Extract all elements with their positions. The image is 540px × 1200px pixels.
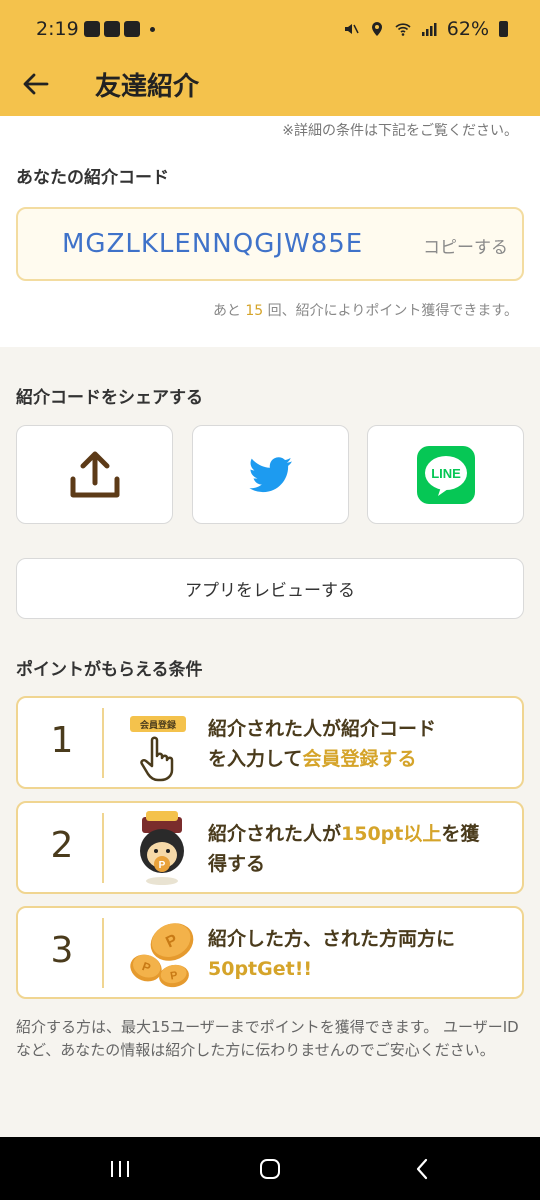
twitter-icon [248,456,292,492]
condition-3-highlight: 50ptGet!! [208,958,313,980]
share-line-button[interactable]: LINE [367,425,524,524]
notification-icons [84,21,155,37]
location-icon [371,22,382,36]
condition-2-highlight: 150pt以上 [341,823,442,845]
card-divider [102,813,104,883]
notification-icon [124,21,140,37]
condition-number: 2 [50,825,74,866]
conditions-label: ポイントがもらえる条件 [16,660,203,680]
status-bar: 2:19 62% [0,0,540,62]
register-badge-text: 会員登録 [140,719,177,731]
recent-apps-button[interactable] [105,1154,135,1184]
line-logo-text: LINE [431,466,461,481]
coins-illustration: P P P [130,923,194,988]
detail-notice: ※詳細の条件は下記をご覧ください。 [282,123,518,139]
review-app-button[interactable]: アプリをレビューする [16,558,524,619]
card-divider [102,918,104,988]
back-arrow-icon [23,73,49,95]
page-title: 友達紹介 [95,72,200,102]
tap-register-illustration: 会員登録 [130,716,186,782]
home-button[interactable] [255,1154,285,1184]
system-back-icon [416,1158,428,1180]
remaining-suffix: 回、紹介によりポイント獲得できます。 [267,303,518,319]
condition-card-3: 3 P P P 紹介した方、された方両方に 50ptGet!! [16,906,524,999]
condition-2-line1: 紹介された人が [208,823,342,845]
condition-1-line1: 紹介された人が紹介コード [208,718,437,740]
share-twitter-button[interactable] [192,425,349,524]
card-divider [102,708,104,778]
back-button[interactable] [18,66,54,102]
app-header-bar: 2:19 62% 友達紹介 [0,0,540,116]
header: 友達紹介 [0,62,540,116]
copy-button[interactable]: コピーする [423,233,508,258]
condition-card-2: 2 P 紹介された人が150pt以上を獲 得する [16,801,524,894]
svg-text:P: P [159,860,166,871]
condition-3-line1: 紹介した方、された方両方に [208,928,456,950]
battery-percent: 62% [446,18,489,40]
condition-card-1: 1 会員登録 紹介された人が紹介コード を入力して会員登録する [16,696,524,789]
share-label: 紹介コードをシェアする [16,388,203,408]
condition-text: 紹介された人が150pt以上を獲 得する [208,819,508,879]
condition-number: 3 [50,930,74,971]
condition-text: 紹介した方、された方両方に 50ptGet!! [208,924,508,984]
footnote: 紹介する方は、最大15ユーザーまでポイントを獲得できます。 ユーザーIDなど、あ… [16,1018,519,1059]
referral-code[interactable]: MGZLKLENNQGJW85E [62,229,363,259]
mute-icon [344,24,359,34]
condition-number: 1 [50,720,74,761]
upload-share-icon [70,451,119,497]
recent-apps-icon [111,1161,129,1177]
system-back-button[interactable] [407,1154,437,1184]
signal-icon [421,23,437,36]
notification-icon [104,21,120,37]
status-time: 2:19 [36,18,79,40]
condition-1-highlight: 会員登録する [302,748,417,770]
remaining-referrals: あと 15 回、紹介によりポイント獲得できます。 [213,300,518,320]
more-notifications-dot [150,26,155,32]
home-icon [260,1159,280,1179]
condition-2-line2: 得する [208,853,266,875]
remaining-count: 15 [245,303,264,319]
status-right: 62% [343,18,508,40]
condition-2-line1-tail: を獲 [441,823,480,845]
wifi-icon [395,23,411,36]
condition-text: 紹介された人が紹介コード を入力して会員登録する [208,714,508,774]
referral-code-section: ※詳細の条件は下記をご覧ください。 あなたの紹介コード MGZLKLENNQGJ… [0,116,540,347]
share-upload-button[interactable] [16,425,173,524]
referral-code-label: あなたの紹介コード [16,168,169,188]
notification-icon [84,21,100,37]
condition-1-line2: を入力して [208,748,303,770]
referral-code-box: MGZLKLENNQGJW85E コピーする [16,207,524,281]
line-icon: LINE [416,445,475,504]
remaining-prefix: あと [212,303,241,319]
system-nav-bar [0,1137,540,1200]
mascot-illustration: P [140,811,184,885]
battery-icon [499,21,508,37]
